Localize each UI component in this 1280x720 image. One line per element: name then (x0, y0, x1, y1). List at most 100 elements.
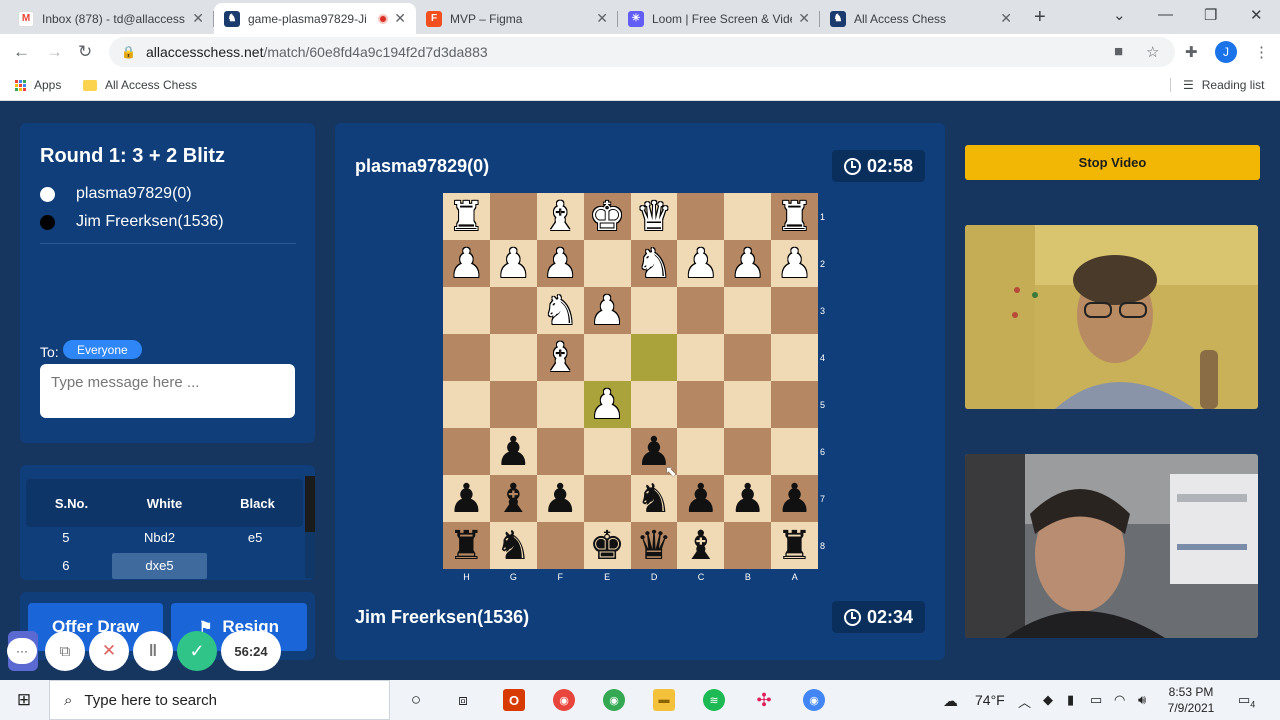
volume-icon[interactable]: 🔊︎ (1138, 692, 1146, 708)
board-square[interactable]: ♜ (443, 193, 490, 240)
reload-icon[interactable]: ↻ (78, 42, 92, 62)
board-square[interactable] (771, 381, 818, 428)
close-tab-icon[interactable]: ✕ (798, 10, 810, 27)
tab-figma[interactable]: F MVP – Figma ✕ (416, 3, 618, 34)
white-rook-icon[interactable]: ♜ (777, 197, 813, 237)
board-square[interactable] (724, 193, 772, 240)
file-explorer-icon[interactable]: ▬ (653, 689, 675, 711)
black-pawn-icon[interactable]: ♟ (449, 479, 485, 519)
board-square[interactable]: ♟ (583, 381, 631, 428)
board-square[interactable]: ♛ (630, 522, 678, 569)
board-square[interactable]: ♟ (677, 475, 725, 522)
board-square[interactable]: ♟ (536, 240, 584, 287)
loom-more-icon[interactable]: ··· (7, 638, 37, 664)
board-square[interactable] (677, 334, 725, 381)
board-square[interactable] (677, 428, 725, 475)
black-pawn-icon[interactable]: ♟ (730, 479, 766, 519)
white-pawn-icon[interactable]: ♟ (495, 244, 531, 284)
loom-finish-icon[interactable]: ✓ (177, 631, 217, 671)
board-square[interactable] (489, 381, 537, 428)
bookmark-star-icon[interactable]: ☆ (1146, 43, 1159, 61)
moves-scroll-thumb[interactable] (305, 476, 315, 532)
board-square[interactable]: ♟ (489, 428, 537, 475)
board-square[interactable] (583, 240, 631, 287)
board-square[interactable]: ♝ (536, 193, 584, 240)
board-square[interactable]: ♟ (724, 475, 772, 522)
white-move[interactable]: Nbd2 (112, 525, 208, 551)
battery-icon[interactable]: ▭ (1090, 692, 1102, 708)
white-pawn-icon[interactable]: ♟ (542, 244, 578, 284)
board-square[interactable]: ♜ (443, 522, 490, 569)
address-bar[interactable]: 🔒 allaccesschess.net/match/60e8fd4a9c194… (109, 37, 1175, 67)
white-pawn-icon[interactable]: ♟ (730, 244, 766, 284)
board-square[interactable] (489, 193, 537, 240)
board-square[interactable]: ♛ (630, 193, 678, 240)
stop-video-button[interactable]: Stop Video (965, 145, 1260, 180)
bookmark-all-access-chess[interactable]: All Access Chess (83, 78, 197, 92)
taskbar-search[interactable]: ⌕ Type here to search (49, 680, 390, 720)
black-queen-icon[interactable]: ♛ (636, 526, 672, 566)
windows-start-icon[interactable]: ⊞ (13, 689, 35, 711)
board-square[interactable] (489, 334, 537, 381)
white-king-icon[interactable]: ♚ (589, 197, 625, 237)
wifi-icon[interactable]: ◠ (1114, 692, 1125, 708)
board-square[interactable] (724, 428, 772, 475)
board-square[interactable] (677, 287, 725, 334)
task-view-icon[interactable]: ⧈ (452, 689, 474, 711)
white-pawn-icon[interactable]: ♟ (777, 244, 813, 284)
board-square[interactable]: ♚ (583, 193, 631, 240)
board-square[interactable] (630, 334, 678, 381)
board-square[interactable]: ♞ (630, 475, 678, 522)
board-square[interactable] (583, 428, 631, 475)
board-square[interactable]: ♚ (583, 522, 631, 569)
black-move[interactable] (207, 553, 303, 579)
board-square[interactable]: ♟ (677, 240, 725, 287)
board-square[interactable] (771, 428, 818, 475)
board-square[interactable] (536, 428, 584, 475)
board-square[interactable] (583, 334, 631, 381)
board-square[interactable] (630, 381, 678, 428)
minimize-icon[interactable]: — (1158, 6, 1173, 23)
chat-message-input[interactable] (40, 364, 295, 418)
black-knight-icon[interactable]: ♞ (636, 479, 672, 519)
board-square[interactable] (536, 522, 584, 569)
notification-icon[interactable]: ▭4 (1238, 692, 1255, 710)
board-square[interactable] (443, 334, 490, 381)
black-pawn-icon[interactable]: ♟ (542, 479, 578, 519)
close-window-icon[interactable]: ✕ (1250, 6, 1263, 24)
white-bishop-icon[interactable]: ♝ (542, 197, 578, 237)
white-move[interactable]: dxe5 (111, 553, 208, 579)
board-square[interactable] (724, 334, 772, 381)
profile-avatar[interactable]: J (1215, 41, 1237, 63)
tab-game[interactable]: ♞ game-plasma97829-Ji ✕ (214, 3, 416, 34)
white-bishop-icon[interactable]: ♝ (542, 338, 578, 378)
chrome-icon[interactable]: ◉ (603, 689, 625, 711)
bookmark-apps[interactable]: Apps (15, 78, 61, 92)
black-bishop-icon[interactable]: ♝ (683, 526, 719, 566)
chrome-active-icon[interactable]: ◉ (803, 689, 825, 711)
dropbox-icon[interactable]: ◆ (1043, 692, 1053, 708)
cortana-icon[interactable]: ○ (405, 689, 427, 711)
board-square[interactable]: ♟ (583, 287, 631, 334)
black-king-icon[interactable]: ♚ (589, 526, 625, 566)
black-pawn-icon[interactable]: ♟ (777, 479, 813, 519)
white-pawn-icon[interactable]: ♟ (449, 244, 485, 284)
close-tab-icon[interactable]: ✕ (192, 10, 204, 27)
board-square[interactable] (724, 287, 772, 334)
white-knight-icon[interactable]: ♞ (636, 244, 672, 284)
new-tab-icon[interactable]: + (1034, 6, 1046, 29)
white-pawn-icon[interactable]: ♟ (589, 385, 625, 425)
recipient-chip[interactable]: Everyone (63, 340, 142, 359)
black-bishop-icon[interactable]: ♝ (495, 479, 531, 519)
black-knight-icon[interactable]: ♞ (495, 526, 531, 566)
board-square[interactable]: ♟ (489, 240, 537, 287)
weather-temp[interactable]: 74°F (975, 692, 1005, 708)
spotify-icon[interactable]: ≋ (703, 689, 725, 711)
board-square[interactable] (724, 381, 772, 428)
menu-icon[interactable]: ⋮ (1254, 43, 1269, 61)
board-square[interactable] (489, 287, 537, 334)
board-square[interactable]: ♟ (771, 475, 818, 522)
board-square[interactable]: ♟ (536, 475, 584, 522)
board-square[interactable] (677, 381, 725, 428)
board-square[interactable]: ♞ (536, 287, 584, 334)
